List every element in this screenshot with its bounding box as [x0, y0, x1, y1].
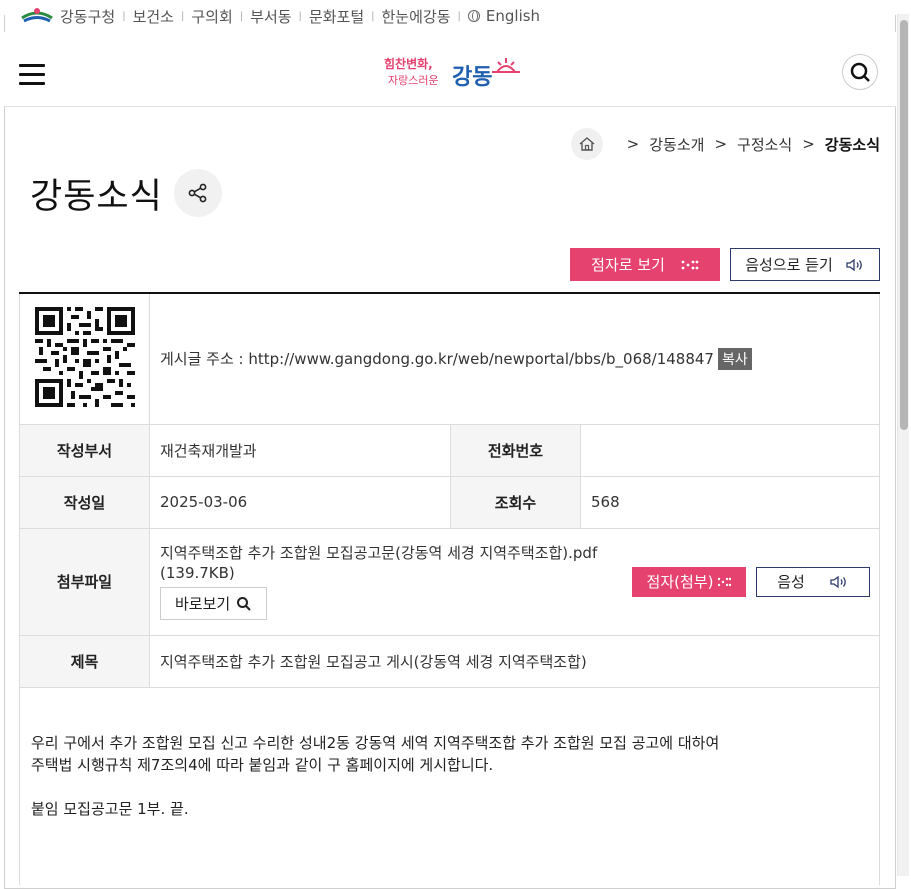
- phone-label: 전화번호: [450, 423, 581, 477]
- search-button[interactable]: [842, 54, 878, 90]
- dept-label: 작성부서: [19, 423, 150, 477]
- post-body-line: 우리 구에서 추가 조합원 모집 신고 수리한 성내2동 강동역 세역 지역주택…: [31, 734, 720, 752]
- divider: |: [371, 10, 375, 22]
- chevron-right-icon: >: [802, 135, 815, 153]
- attach-voice-button[interactable]: 음성: [756, 566, 870, 597]
- subject-value: 지역주택조합 추가 조합원 모집공고 게시(강동역 세경 지역주택조합): [149, 634, 880, 688]
- home-button[interactable]: [570, 128, 603, 160]
- gangdong-logo-icon[interactable]: [20, 6, 54, 26]
- attach-voice-label: 음성: [777, 573, 805, 591]
- topbar-link-gangdong-gu[interactable]: 강동구청: [60, 6, 115, 27]
- post-body-line: 주택법 시행규칙 제7조의4에 따라 붙임과 같이 구 홈페이지에 게시합니다.: [31, 756, 494, 774]
- site-header: 힘찬변화, 자랑스러운 강동: [4, 32, 896, 107]
- chevron-right-icon: >: [626, 135, 640, 153]
- date-label: 작성일: [19, 475, 150, 529]
- views-value: 568: [580, 475, 880, 529]
- divider: |: [239, 10, 244, 22]
- hamburger-icon[interactable]: [19, 64, 45, 86]
- topbar-link-english[interactable]: English: [467, 7, 541, 25]
- topbar-link-culture[interactable]: 문화포털: [309, 6, 364, 27]
- attach-file-name[interactable]: 지역주택조합 추가 조합원 모집공고문(강동역 세경 지역주택조합).pdf: [160, 543, 869, 563]
- subject-label: 제목: [19, 634, 150, 688]
- home-icon: [579, 137, 595, 151]
- table-row: 작성일 2025-03-06 조회수 568: [19, 475, 880, 529]
- attach-label: 첨부파일: [19, 527, 150, 636]
- post-url: 게시글 주소 : http://www.gangdong.go.kr/web/n…: [160, 349, 714, 368]
- divider: |: [457, 10, 461, 22]
- speaker-icon: [846, 258, 862, 271]
- table-row: 첨부파일 지역주택조합 추가 조합원 모집공고문(강동역 세경 지역주택조합).…: [19, 527, 880, 636]
- braille-icon: [681, 260, 699, 269]
- divider: |: [180, 10, 185, 22]
- braille-view-label: 점자로 보기: [591, 256, 665, 274]
- share-button[interactable]: [174, 169, 222, 217]
- view-attachment-label: 바로보기: [175, 595, 231, 613]
- post-body-line: 붙임 모집공고문 1부. 끝.: [31, 800, 189, 818]
- braille-view-button[interactable]: 점자로 보기: [570, 248, 720, 281]
- braille-icon: [718, 577, 732, 586]
- copy-button[interactable]: 복사: [717, 347, 752, 370]
- table-row: 작성부서 재건축재개발과 전화번호: [19, 423, 880, 477]
- date-value: 2025-03-06: [149, 475, 451, 529]
- english-label: English: [485, 7, 541, 25]
- brand-line2: 자랑스러운: [388, 74, 439, 87]
- attach-braille-button[interactable]: 점자(첨부): [632, 566, 746, 597]
- post-info-table: 게시글 주소 : http://www.gangdong.go.kr/web/n…: [19, 292, 880, 688]
- topbar-link-council[interactable]: 구의회: [191, 6, 232, 27]
- brand-logo[interactable]: 힘찬변화, 자랑스러운 강동: [382, 54, 522, 88]
- voice-listen-label: 음성으로 듣기: [745, 256, 833, 274]
- post-body-spacer: [31, 776, 719, 798]
- page-title: 강동소식: [30, 177, 163, 217]
- scrollbar[interactable]: [897, 14, 909, 876]
- magnifier-icon: [237, 596, 251, 611]
- qr-code: [34, 306, 135, 407]
- chevron-right-icon: >: [714, 135, 728, 153]
- breadcrumb-item-news[interactable]: 구정소식: [737, 134, 792, 155]
- breadcrumb: > 강동소개 > 구정소식 > 강동소식: [570, 128, 880, 160]
- qr-cell: [19, 292, 150, 425]
- breadcrumb-item-about[interactable]: 강동소개: [649, 134, 704, 155]
- dept-value: 재건축재개발과: [149, 423, 451, 477]
- phone-value: [580, 423, 880, 477]
- share-icon: [188, 183, 207, 203]
- voice-listen-button[interactable]: 음성으로 듣기: [730, 248, 880, 281]
- brand-name: 강동: [452, 65, 492, 88]
- views-label: 조회수: [450, 475, 581, 529]
- globe-icon: [467, 10, 480, 22]
- speaker-icon: [830, 575, 846, 588]
- table-row: 제목 지역주택조합 추가 조합원 모집공고 게시(강동역 세경 지역주택조합): [19, 634, 880, 688]
- attach-cell: 지역주택조합 추가 조합원 모집공고문(강동역 세경 지역주택조합).pdf (…: [149, 527, 880, 636]
- view-attachment-button[interactable]: 바로보기: [160, 587, 268, 620]
- divider: |: [122, 10, 126, 22]
- post-url-cell: 게시글 주소 : http://www.gangdong.go.kr/web/n…: [149, 292, 880, 425]
- topbar-link-overview[interactable]: 한눈에강동: [382, 6, 451, 27]
- breadcrumb-current: 강동소식: [824, 135, 880, 154]
- brand-line1: 힘찬변화,: [384, 56, 433, 71]
- search-icon: [850, 62, 870, 82]
- scrollbar-thumb[interactable]: [900, 20, 908, 430]
- attach-braille-label: 점자(첨부): [646, 573, 714, 591]
- post-body: 우리 구에서 추가 조합원 모집 신고 수리한 성내2동 강동역 세역 지역주택…: [31, 732, 719, 820]
- top-utility-bar: 강동구청 | 보건소 | 구의회 | 부서동 | 문화포털 | 한눈에강동 | …: [0, 0, 911, 32]
- table-row: 게시글 주소 : http://www.gangdong.go.kr/web/n…: [19, 292, 880, 425]
- topbar-link-dept[interactable]: 부서동: [250, 6, 291, 27]
- topbar-link-health-center[interactable]: 보건소: [133, 6, 174, 27]
- divider: |: [298, 10, 302, 22]
